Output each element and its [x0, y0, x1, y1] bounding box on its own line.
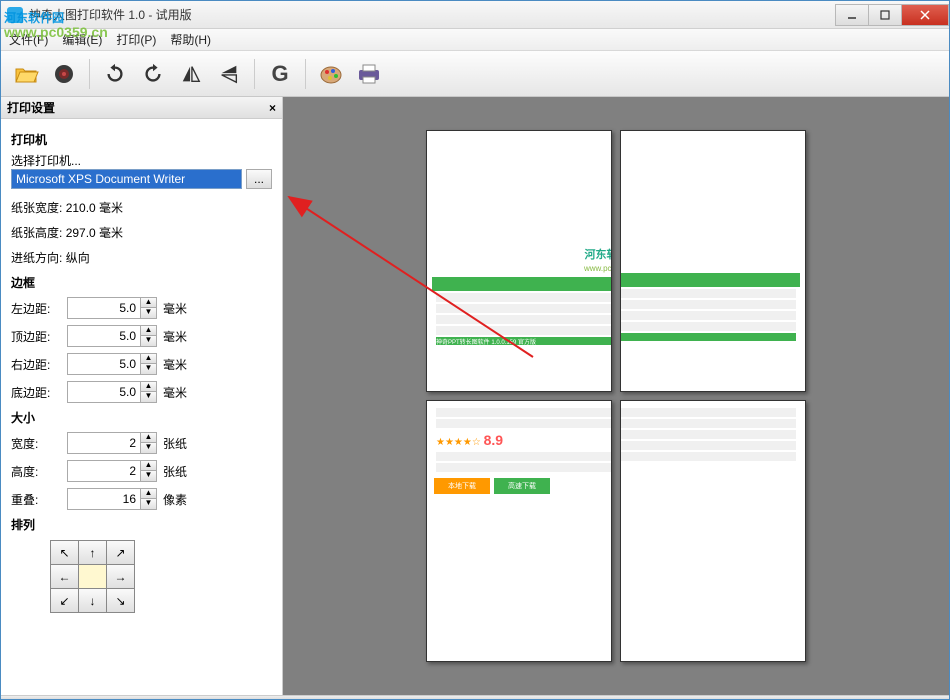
align-bottom[interactable]: ↓ [78, 588, 107, 613]
flip-vertical-button[interactable] [212, 57, 246, 91]
bottom-margin-label: 底边距: [11, 384, 67, 401]
fast-download-button: 高速下载 [494, 478, 550, 494]
page-3: ★★★★☆ 8.9 本地下载高速下载 [426, 400, 612, 662]
paper-height-label: 纸张高度: [11, 224, 62, 241]
alignment-grid: ↖ ↑ ↗ ← → ↙ ↓ ↘ [51, 541, 272, 613]
page-1: 河东软件园 www.pc0359.cn 神奇PPT转长图软件 1.0.0.159… [426, 130, 612, 392]
height-label: 高度: [11, 463, 67, 480]
paper-width-value: 210.0 毫米 [66, 201, 123, 215]
feed-direction-label: 进纸方向: [11, 249, 62, 266]
titlebar: 神奇大图打印软件 1.0 - 试用版 [1, 1, 949, 29]
flip-horizontal-button[interactable] [174, 57, 208, 91]
print-button[interactable] [352, 57, 386, 91]
align-bottom-right[interactable]: ↘ [106, 588, 135, 613]
page-2 [620, 130, 806, 392]
preview-logo: 河东软件园 [432, 246, 612, 262]
spin-down-icon[interactable]: ▼ [141, 308, 156, 318]
top-margin-spinner[interactable]: ▲▼ [67, 325, 157, 347]
right-margin-spinner[interactable]: ▲▼ [67, 353, 157, 375]
printer-section-header: 打印机 [11, 131, 272, 148]
align-center[interactable] [78, 564, 107, 589]
width-label: 宽度: [11, 435, 67, 452]
left-margin-spinner[interactable]: ▲▼ [67, 297, 157, 319]
camera-button[interactable] [47, 57, 81, 91]
menubar: 文件(F) 编辑(E) 打印(P) 帮助(H) [1, 29, 949, 51]
printer-name-field[interactable] [11, 169, 242, 189]
app-icon [7, 7, 23, 23]
height-spinner[interactable]: ▲▼ [67, 460, 157, 482]
close-button[interactable] [901, 4, 949, 26]
align-section-header: 排列 [11, 516, 272, 533]
menu-edit[interactable]: 编辑(E) [62, 31, 102, 48]
align-top[interactable]: ↑ [78, 540, 107, 565]
align-top-right[interactable]: ↗ [106, 540, 135, 565]
pages-grid: 河东软件园 www.pc0359.cn 神奇PPT转长图软件 1.0.0.159… [426, 130, 806, 662]
size-section-header: 大小 [11, 409, 272, 426]
overlap-label: 重叠: [11, 491, 67, 508]
local-download-button: 本地下载 [434, 478, 490, 494]
toolbar: G [1, 51, 949, 97]
print-settings-panel: 打印设置 × 打印机 选择打印机... ... 纸张宽度: 210.0 毫米 纸… [1, 97, 283, 695]
width-spinner[interactable]: ▲▼ [67, 432, 157, 454]
panel-close-icon[interactable]: × [269, 101, 276, 115]
rotate-right-button[interactable] [136, 57, 170, 91]
bottom-margin-spinner[interactable]: ▲▼ [67, 381, 157, 403]
gamma-button[interactable]: G [263, 57, 297, 91]
align-right[interactable]: → [106, 564, 135, 589]
open-file-button[interactable] [9, 57, 43, 91]
app-window: 神奇大图打印软件 1.0 - 试用版 文件(F) 编辑(E) 打印(P) 帮助(… [0, 0, 950, 700]
minimize-button[interactable] [835, 4, 869, 26]
page-4 [620, 400, 806, 662]
color-palette-button[interactable] [314, 57, 348, 91]
separator [305, 59, 306, 89]
overlap-spinner[interactable]: ▲▼ [67, 488, 157, 510]
top-margin-label: 顶边距: [11, 328, 67, 345]
align-bottom-left[interactable]: ↙ [50, 588, 79, 613]
panel-title: 打印设置 × [1, 97, 282, 119]
feed-direction-value: 纵向 [66, 251, 90, 265]
menu-file[interactable]: 文件(F) [9, 31, 48, 48]
menu-help[interactable]: 帮助(H) [170, 31, 211, 48]
margins-section-header: 边框 [11, 274, 272, 291]
paper-width-label: 纸张宽度: [11, 199, 62, 216]
maximize-button[interactable] [868, 4, 902, 26]
select-printer-label: 选择打印机... [11, 152, 272, 169]
paper-height-value: 297.0 毫米 [66, 226, 123, 240]
right-margin-label: 右边距: [11, 356, 67, 373]
rating-stars-icon: ★★★★☆ 8.9 [436, 432, 612, 448]
menu-print[interactable]: 打印(P) [116, 31, 156, 48]
left-margin-label: 左边距: [11, 300, 67, 317]
align-left[interactable]: ← [50, 564, 79, 589]
separator [89, 59, 90, 89]
align-top-left[interactable]: ↖ [50, 540, 79, 565]
rotate-left-button[interactable] [98, 57, 132, 91]
browse-printer-button[interactable]: ... [246, 169, 272, 189]
statusbar [1, 695, 949, 699]
window-title: 神奇大图打印软件 1.0 - 试用版 [29, 6, 836, 23]
preview-canvas[interactable]: 河东软件园 www.pc0359.cn 神奇PPT转长图软件 1.0.0.159… [283, 97, 949, 695]
separator [254, 59, 255, 89]
